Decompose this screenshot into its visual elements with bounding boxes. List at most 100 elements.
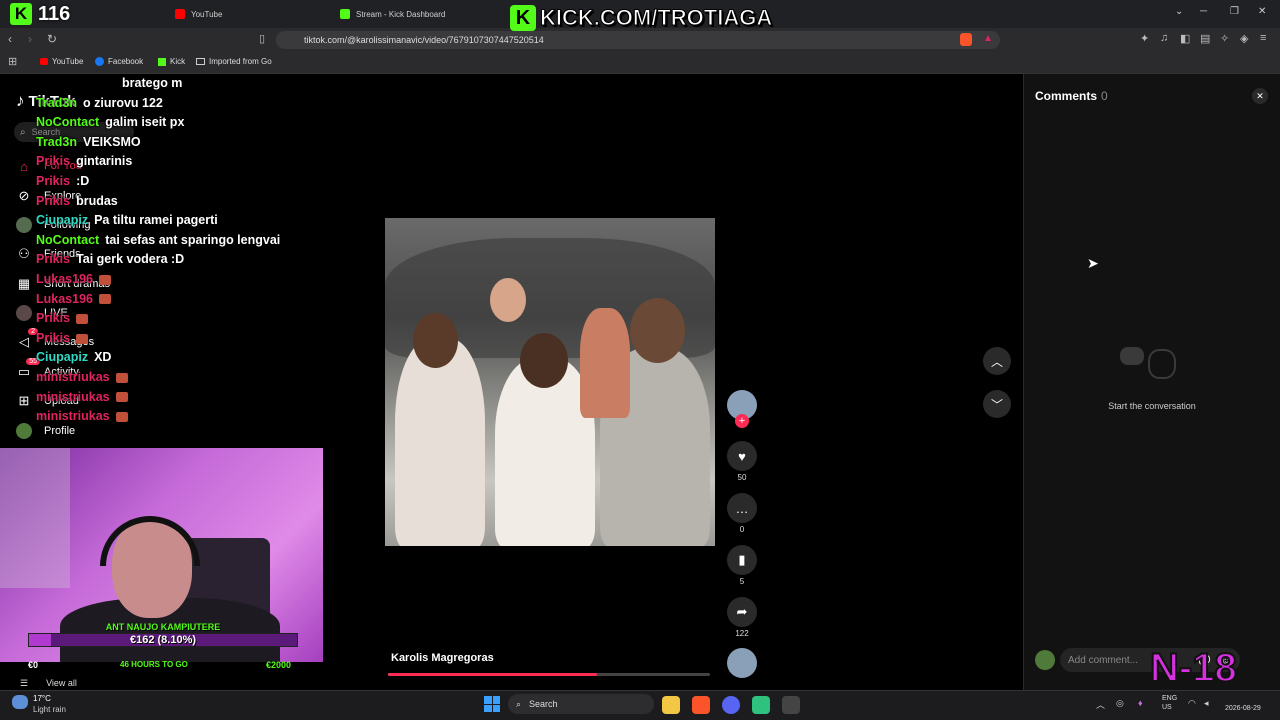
like-button[interactable]: ♥ 50 [727, 441, 757, 482]
person-left [395, 338, 485, 546]
bookmark-folder-imported[interactable]: Imported from Go [196, 57, 272, 66]
chat-username: Ciupapiz [36, 350, 89, 365]
chat-username: Trad3n [36, 95, 77, 110]
tab-label: Stream - Kick Dashboard [356, 9, 446, 19]
app-icon[interactable] [782, 696, 800, 714]
chat-username: Prikis [36, 174, 71, 188]
chat-text: gintarinis [76, 154, 133, 169]
comment-count: 0 [739, 525, 745, 534]
person-right-head [630, 298, 685, 363]
save-count: 5 [739, 577, 745, 586]
goal-title: ANT NAUJO KAMPIUTERE [105, 622, 221, 632]
taskbar-search[interactable]: ⌕ Search [508, 694, 654, 714]
bookmark-label: Facebook [108, 57, 144, 66]
view-all-link[interactable]: ☰ View all [20, 678, 77, 689]
video-player[interactable] [385, 218, 715, 546]
apps-grid-icon[interactable]: ⊞ [8, 55, 17, 68]
save-button[interactable]: ▮ 5 [727, 545, 757, 586]
headphones [100, 516, 200, 566]
emote-icon [98, 274, 111, 285]
video-author[interactable]: Karolis Magregoras [391, 652, 494, 664]
tray-app-icon[interactable]: ◎ [1116, 698, 1124, 709]
search-icon: ⌕ [20, 126, 26, 138]
emote-icon [98, 294, 111, 305]
goal-amount: €162 (8.10%) [129, 634, 197, 646]
view-all-label: View all [46, 678, 77, 688]
chat-text: galim iseit px [105, 115, 185, 130]
menu-icon[interactable]: ≡ [1260, 32, 1266, 44]
chat-message: Prikis brudas [36, 194, 118, 208]
windows-start-icon[interactable] [484, 696, 500, 712]
close-window-icon[interactable]: ✕ [1258, 6, 1266, 17]
wallet-icon[interactable]: ▤ [1200, 32, 1210, 45]
brave-shield-icon[interactable] [960, 33, 972, 46]
taskbar-date[interactable]: 2026-08-29 [1225, 705, 1261, 712]
leo-icon[interactable]: ✧ [1220, 32, 1229, 45]
wifi-icon[interactable]: ◠ [1188, 698, 1196, 709]
tab-label: YouTube [191, 9, 223, 19]
vpn-icon[interactable]: ◈ [1240, 32, 1248, 45]
close-comments-button[interactable]: ✕ [1252, 88, 1268, 104]
brave-rewards-icon[interactable]: ▲ [983, 33, 993, 44]
comment-button[interactable]: … 0 [727, 493, 757, 534]
kick-logo-icon: K [10, 3, 32, 25]
tab-youtube[interactable]: YouTube [175, 0, 222, 28]
music-disc-button[interactable] [727, 648, 757, 678]
tab-kick-dashboard[interactable]: Stream - Kick Dashboard [340, 0, 445, 28]
forward-icon[interactable]: › [28, 32, 32, 46]
sidebar-icon[interactable]: ◧ [1180, 32, 1190, 45]
file-explorer-icon[interactable] [662, 696, 680, 714]
url-input[interactable]: tiktok.com/@karolissimanavic/video/76791… [276, 31, 1000, 49]
chat-username: ministriukas [36, 409, 110, 424]
follow-plus-icon[interactable]: + [735, 414, 749, 428]
bookmark-kick[interactable]: Kick [158, 57, 185, 66]
chat-text: o ziurovu 122 [83, 95, 163, 110]
discord-icon[interactable] [722, 696, 740, 714]
sidebar-item-profile[interactable]: Profile [16, 423, 75, 439]
author-avatar-button[interactable]: + [727, 390, 757, 428]
back-icon[interactable]: ‹ [8, 32, 12, 46]
emote-icon [115, 411, 128, 422]
comments-header: Comments 0 [1035, 89, 1108, 103]
extensions-icon[interactable]: ✦ [1140, 32, 1149, 45]
live-icon [16, 305, 32, 321]
list-icon: ☰ [20, 678, 29, 688]
next-video-button[interactable]: ﹀ [983, 390, 1011, 418]
minimize-icon[interactable]: ─ [1200, 6, 1207, 17]
folder-icon [196, 58, 205, 65]
chat-username: Prikis [36, 252, 71, 267]
microphone-icon[interactable]: ♦ [1138, 698, 1143, 708]
weather-temp[interactable]: 17°C [33, 694, 51, 703]
emote-icon [115, 392, 128, 403]
donation-goal: ANT NAUJO KAMPIUTERE €162 (8.10%) [28, 622, 298, 654]
chat-message: NoContact galim iseit px [36, 115, 184, 129]
person-back-woman [580, 308, 630, 418]
weather-desc[interactable]: Light rain [33, 705, 66, 714]
volume-icon[interactable]: ◂ [1204, 698, 1209, 709]
reload-icon[interactable]: ↻ [47, 32, 57, 46]
music-icon[interactable]: ♫ [1160, 32, 1168, 44]
previous-video-button[interactable]: ︿ [983, 347, 1011, 375]
kick-logo-icon: K [510, 5, 536, 31]
chevron-down-icon[interactable]: ⌄ [1175, 6, 1183, 17]
user-avatar [1035, 650, 1055, 670]
maximize-icon[interactable]: ❐ [1230, 6, 1239, 17]
share-button[interactable]: ➦ 122 [727, 597, 757, 638]
emote-icon [76, 313, 89, 324]
comment-placeholder: Add comment... [1068, 654, 1139, 666]
brave-browser-icon[interactable] [692, 696, 710, 714]
bookmark-icon[interactable]: ▯ [259, 32, 265, 45]
streaming-app-icon[interactable] [752, 696, 770, 714]
chat-message: Ciupapiz XD [36, 350, 111, 364]
messages-icon: ◁ 2 [16, 328, 38, 350]
video-progress-track[interactable] [388, 673, 710, 676]
friends-icon: ⚇ [18, 246, 30, 261]
chat-username: Prikis [36, 193, 71, 208]
language-indicator[interactable]: ENG US [1162, 694, 1182, 712]
chevron-up-icon[interactable]: ︿ [1096, 698, 1105, 711]
chat-message: ministriukas [36, 409, 128, 423]
chat-message: ministriukas [36, 370, 128, 384]
chat-message: Prikis [36, 331, 89, 345]
bookmark-youtube[interactable]: YouTube [40, 57, 83, 66]
bookmark-facebook[interactable]: Facebook [95, 57, 143, 66]
